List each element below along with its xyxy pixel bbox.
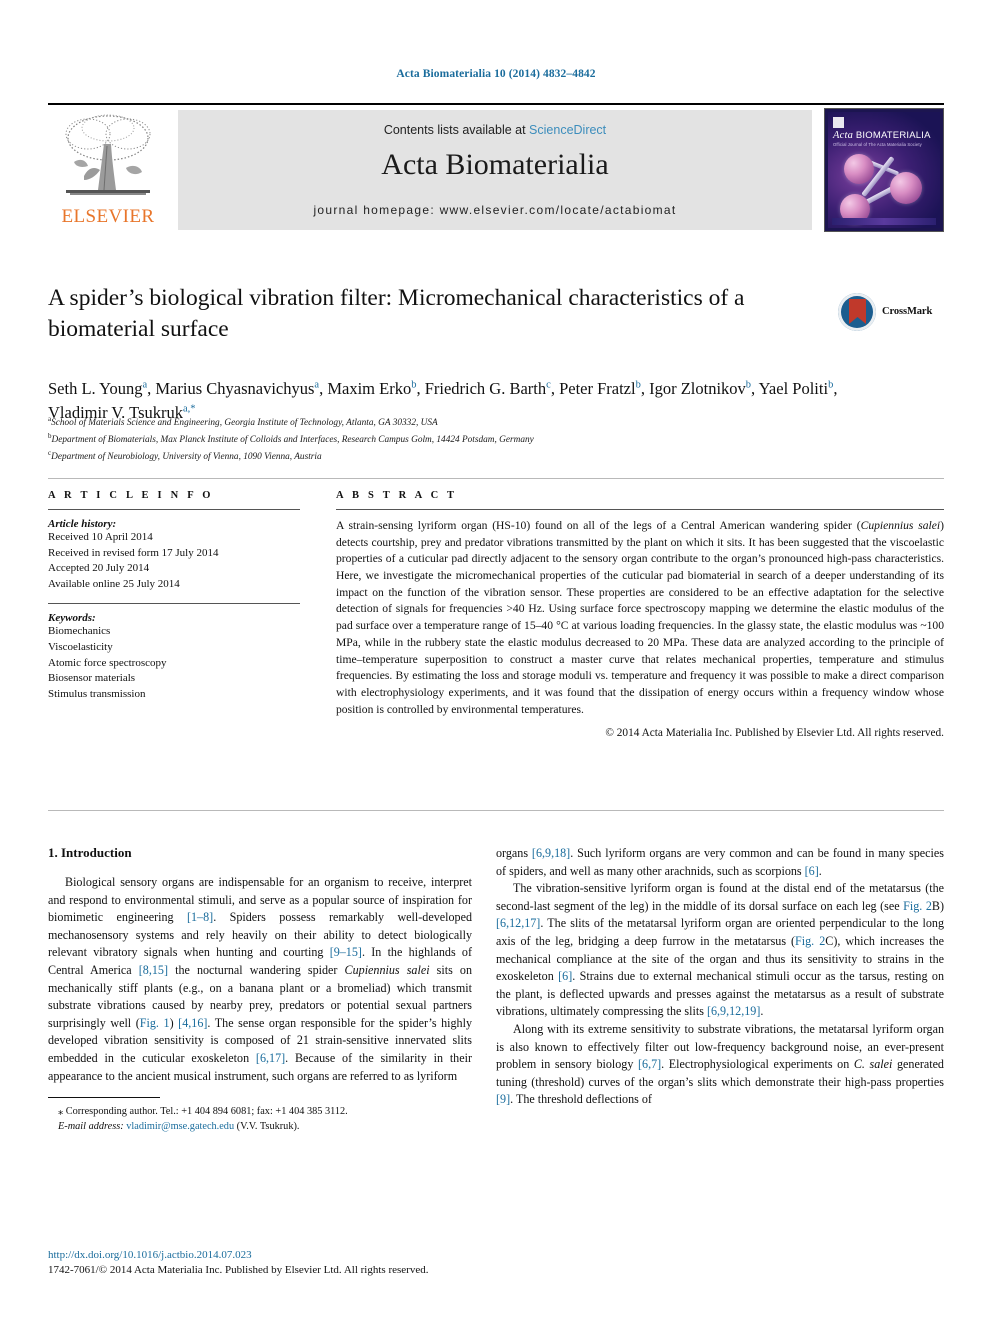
abstract-heading: A B S T R A C T (336, 490, 458, 501)
footnote-corresponding-author: ⁎ Corresponding author. Tel.: +1 404 894… (58, 1106, 348, 1118)
cover-title: Acta BIOMATERIALIA (833, 130, 939, 141)
history-accepted: Accepted 20 July 2014 (48, 562, 150, 575)
issn-copyright-line: 1742-7061/© 2014 Acta Materialia Inc. Pu… (48, 1263, 429, 1276)
email-address-label: E-mail address: (58, 1121, 124, 1133)
affiliation-c: cDepartment of Neurobiology, University … (48, 448, 868, 465)
cover-subtitle: Official Journal of The Acta Materialia … (833, 142, 922, 147)
article-history-label: Article history: (48, 518, 117, 530)
footnote-rule (48, 1097, 160, 1099)
history-revised: Received in revised form 17 July 2014 (48, 546, 219, 559)
keywords-rule (48, 603, 300, 605)
abstract-copyright: © 2014 Acta Materialia Inc. Published by… (605, 727, 944, 740)
contents-list-line: Contents lists available at ScienceDirec… (178, 123, 812, 137)
crossmark-label: CrossMark (882, 306, 933, 317)
sciencedirect-link[interactable]: ScienceDirect (529, 123, 606, 137)
keyword-item: Atomic force spectroscopy (48, 656, 167, 669)
crossmark-badge[interactable]: CrossMark (838, 293, 938, 335)
paper-page: Acta Biomaterialia 10 (2014) 4832–4842 E… (0, 0, 992, 1323)
body-paragraph: organs [6,9,18]. Such lyriform organs ar… (496, 846, 944, 878)
abstract-rule (336, 509, 944, 510)
elsevier-tree-mini-icon (833, 117, 844, 128)
email-link[interactable]: vladimir@mse.gatech.edu (126, 1121, 234, 1132)
cover-title-rest: BIOMATERIALIA (853, 130, 931, 141)
keyword-item: Biomechanics (48, 625, 111, 638)
abstract-text: A strain-sensing lyriform organ (HS-10) … (336, 519, 944, 716)
running-head: Acta Biomaterialia 10 (2014) 4832–4842 (396, 68, 596, 80)
history-online: Available online 25 July 2014 (48, 577, 180, 590)
article-info-column: A R T I C L E I N F O Article history: R… (48, 490, 300, 702)
affiliation-text-b: Department of Biomaterials, Max Planck I… (51, 434, 534, 445)
keywords-label: Keywords: (48, 612, 96, 625)
contents-prefix: Contents lists available at (383, 123, 530, 137)
keyword-item: Viscoelasticity (48, 641, 113, 654)
keyword-item: Biosensor materials (48, 672, 136, 685)
body-paragraph: The vibration-sensitive lyriform organ i… (496, 881, 944, 1019)
page-title: A spider’s biological vibration filter: … (48, 285, 745, 343)
body-paragraph: Along with its extreme sensitivity to su… (496, 1021, 944, 1107)
title-block: A spider’s biological vibration filter: … (48, 283, 828, 346)
body-column-left: 1. Introduction Biological sensory organ… (48, 845, 472, 1134)
elsevier-tree-icon (65, 114, 151, 195)
affiliation-list: aSchool of Materials Science and Enginee… (48, 414, 868, 464)
info-section-bottom-rule (48, 810, 944, 811)
affiliation-text-c: Department of Neurobiology, University o… (51, 451, 322, 462)
journal-homepage[interactable]: journal homepage: www.elsevier.com/locat… (178, 203, 812, 217)
crossmark-shield-icon (849, 299, 866, 324)
info-section-top-rule (48, 478, 944, 479)
section-heading-introduction: 1. Introduction (48, 845, 132, 860)
email-suffix: (V.V. Tsukruk). (234, 1121, 300, 1133)
cover-sphere-2 (890, 172, 922, 204)
article-info-rule (48, 509, 300, 510)
history-received: Received 10 April 2014 (48, 531, 153, 543)
body-column-right: organs [6,9,18]. Such lyriform organs ar… (496, 845, 944, 1109)
cover-footer-bar (832, 218, 936, 225)
cover-sphere-1 (844, 154, 874, 184)
article-info-heading: A R T I C L E I N F O (48, 490, 214, 501)
journal-title: Acta Biomaterialia (381, 148, 609, 181)
affiliation-b: bDepartment of Biomaterials, Max Planck … (48, 431, 868, 448)
crossmark-circle-icon (838, 293, 876, 331)
body-paragraph: Biological sensory organs are indispensa… (48, 875, 473, 1083)
journal-header: ELSEVIER Contents lists available at Sci… (48, 108, 944, 232)
abstract-column: A B S T R A C T A strain-sensing lyrifor… (336, 490, 944, 739)
footnote-email: E-mail address: vladimir@mse.gatech.edu … (48, 1119, 472, 1134)
elsevier-logo: ELSEVIER (48, 110, 168, 230)
journal-band: Contents lists available at ScienceDirec… (178, 110, 812, 230)
affiliation-text-a: School of Materials Science and Engineer… (51, 418, 438, 429)
cover-title-acta: Acta (833, 130, 854, 141)
doi-link[interactable]: http://dx.doi.org/10.1016/j.actbio.2014.… (48, 1248, 548, 1263)
journal-cover-thumbnail: Acta BIOMATERIALIA Official Journal of T… (824, 108, 944, 232)
imprint-block: http://dx.doi.org/10.1016/j.actbio.2014.… (48, 1248, 548, 1278)
header-top-rule (48, 103, 944, 105)
affiliation-a: aSchool of Materials Science and Enginee… (48, 414, 868, 431)
elsevier-wordmark: ELSEVIER (61, 206, 155, 227)
cover-artwork: Acta BIOMATERIALIA Official Journal of T… (828, 112, 940, 228)
keyword-item: Stimulus transmission (48, 687, 146, 700)
